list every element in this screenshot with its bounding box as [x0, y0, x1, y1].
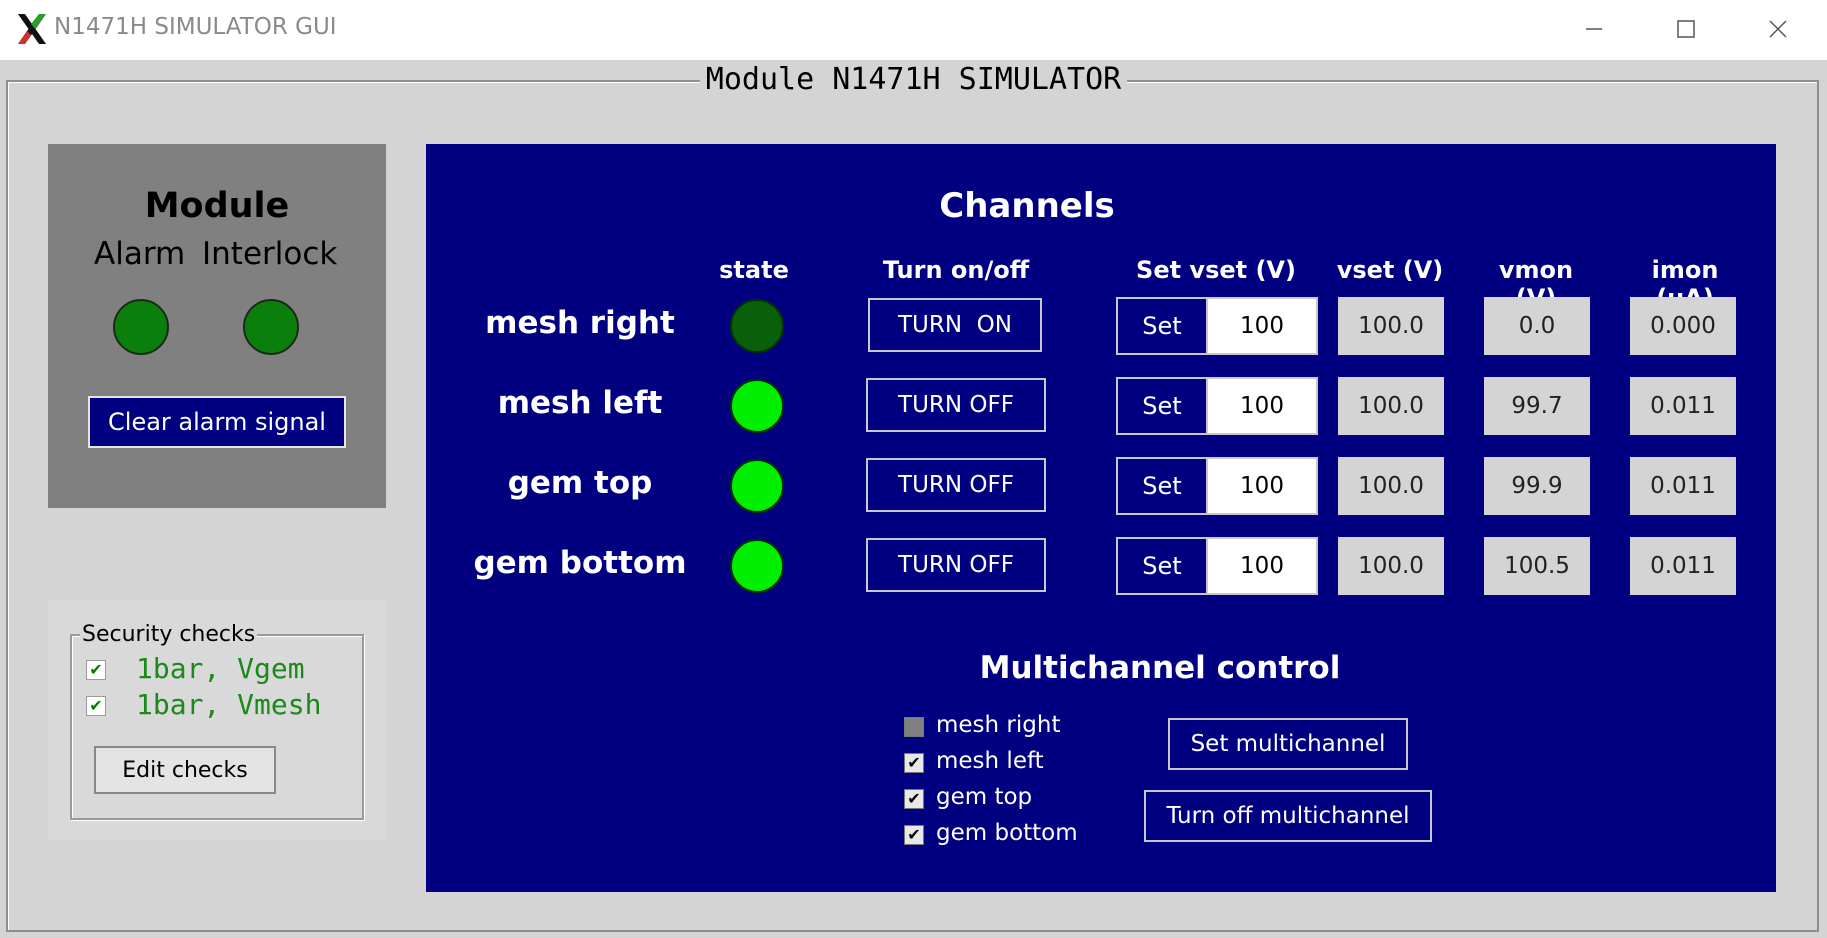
channel-state-led: [730, 299, 784, 353]
multichannel-label: mesh right: [936, 712, 1061, 738]
header-vset: vset (V): [1336, 256, 1444, 284]
vset-readout: 100.0: [1338, 457, 1444, 515]
set-vset-button[interactable]: Set: [1118, 459, 1208, 513]
vset-input[interactable]: 100: [1208, 299, 1316, 353]
set-vset-control: Set 100: [1116, 537, 1318, 595]
maximize-button[interactable]: [1640, 0, 1732, 58]
set-vset-button[interactable]: Set: [1118, 379, 1208, 433]
interlock-led: [243, 299, 299, 355]
multichannel-checkbox-mesh-right[interactable]: [904, 717, 924, 737]
header-turn: Turn on/off: [882, 256, 1030, 284]
vset-input[interactable]: 100: [1208, 459, 1316, 513]
minimize-icon: [1586, 28, 1602, 30]
imon-readout: 0.011: [1630, 537, 1736, 595]
vset-readout: 100.0: [1338, 297, 1444, 355]
turn-off-button[interactable]: TURN OFF: [866, 378, 1046, 432]
alarm-label: Alarm: [94, 236, 186, 272]
channel-label-gem-bottom: gem bottom: [473, 545, 687, 581]
set-vset-control: Set 100: [1116, 297, 1318, 355]
multichannel-checkbox-mesh-left[interactable]: ✔: [904, 753, 924, 773]
channels-title: Channels: [939, 186, 1115, 226]
multichannel-label: gem bottom: [936, 820, 1078, 846]
turn-off-button[interactable]: TURN OFF: [866, 458, 1046, 512]
imon-readout: 0.000: [1630, 297, 1736, 355]
set-vset-control: Set 100: [1116, 457, 1318, 515]
channel-state-led: [730, 459, 784, 513]
set-multichannel-button[interactable]: Set multichannel: [1168, 718, 1408, 770]
turn-on-button[interactable]: TURN ON: [868, 298, 1042, 352]
turn-off-multichannel-button[interactable]: Turn off multichannel: [1144, 790, 1432, 842]
vmon-readout: 99.9: [1484, 457, 1590, 515]
interlock-label: Interlock: [202, 236, 338, 272]
frame-title-text: Module N1471H SIMULATOR: [699, 62, 1128, 97]
multichannel-label: gem top: [936, 784, 1033, 810]
set-vset-button[interactable]: Set: [1118, 299, 1208, 353]
close-button[interactable]: [1732, 0, 1824, 58]
set-vset-control: Set 100: [1116, 377, 1318, 435]
imon-readout: 0.011: [1630, 457, 1736, 515]
header-state: state: [719, 256, 789, 284]
vset-input[interactable]: 100: [1208, 379, 1316, 433]
close-icon: [1769, 20, 1787, 38]
set-vset-button[interactable]: Set: [1118, 539, 1208, 593]
window-title: N1471H SIMULATOR GUI: [54, 14, 337, 40]
security-checks-legend: Security checks: [80, 622, 258, 647]
vset-readout: 100.0: [1338, 377, 1444, 435]
minimize-button[interactable]: [1548, 0, 1640, 58]
multichannel-checkbox-gem-top[interactable]: ✔: [904, 789, 924, 809]
security-check-vmesh-label: 1bar, Vmesh: [136, 688, 322, 721]
edit-checks-button[interactable]: Edit checks: [94, 746, 276, 794]
imon-readout: 0.011: [1630, 377, 1736, 435]
vmon-readout: 0.0: [1484, 297, 1590, 355]
channel-state-led: [730, 539, 784, 593]
clear-alarm-button[interactable]: Clear alarm signal: [88, 396, 346, 448]
security-check-vmesh-checkbox[interactable]: ✔: [86, 696, 106, 716]
maximize-icon: [1677, 20, 1695, 38]
frame-title: Module N1471H SIMULATOR: [0, 62, 1827, 97]
module-title: Module: [144, 186, 290, 226]
security-check-vgem-label: 1bar, Vgem: [136, 652, 305, 685]
turn-off-button[interactable]: TURN OFF: [866, 538, 1046, 592]
vset-input[interactable]: 100: [1208, 539, 1316, 593]
channel-label-gem-top: gem top: [507, 465, 653, 501]
channel-state-led: [730, 379, 784, 433]
channel-label-mesh-left: mesh left: [497, 385, 663, 421]
security-check-vgem-checkbox[interactable]: ✔: [86, 660, 106, 680]
multichannel-label: mesh left: [936, 748, 1044, 774]
vmon-readout: 100.5: [1484, 537, 1590, 595]
x11-app-icon: [18, 14, 46, 44]
alarm-led: [113, 299, 169, 355]
vset-readout: 100.0: [1338, 537, 1444, 595]
header-set-vset: Set vset (V): [1136, 256, 1296, 284]
multichannel-title: Multichannel control: [979, 650, 1341, 686]
channel-label-mesh-right: mesh right: [485, 305, 675, 341]
vmon-readout: 99.7: [1484, 377, 1590, 435]
multichannel-checkbox-gem-bottom[interactable]: ✔: [904, 825, 924, 845]
